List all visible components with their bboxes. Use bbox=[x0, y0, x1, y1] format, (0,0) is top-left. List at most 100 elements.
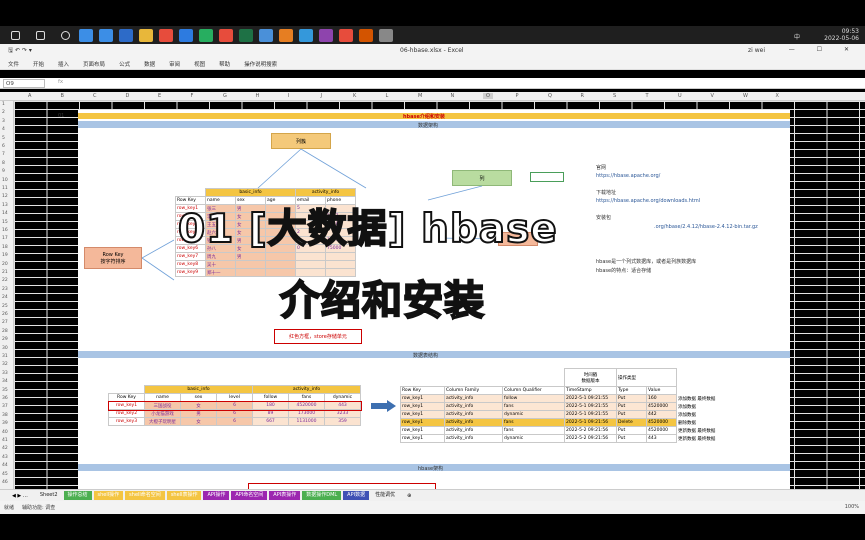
ribbon-tab-7[interactable]: 视图 bbox=[194, 60, 205, 68]
table-cell[interactable]: 1131000 bbox=[288, 417, 325, 426]
file-explorer-icon[interactable] bbox=[79, 28, 93, 42]
ribbon-tab-9[interactable]: 操作说明搜索 bbox=[244, 60, 277, 68]
task-view-icon[interactable] bbox=[61, 30, 70, 40]
table-cell[interactable]: 3233 bbox=[324, 409, 361, 418]
row-header-19[interactable]: 19 bbox=[2, 253, 8, 258]
row-header-31[interactable]: 31 bbox=[2, 354, 8, 359]
table-cell[interactable]: Row Key bbox=[108, 393, 145, 402]
row-header-10[interactable]: 10 bbox=[2, 178, 8, 183]
row-header-21[interactable]: 21 bbox=[2, 270, 8, 275]
row-header-39[interactable]: 39 bbox=[2, 421, 8, 426]
column-header-M[interactable]: M bbox=[418, 93, 422, 99]
sheet-tab-8[interactable]: 数据操作DML bbox=[302, 491, 342, 500]
chrome-icon[interactable] bbox=[159, 28, 173, 42]
ribbon-tab-2[interactable]: 插入 bbox=[58, 60, 69, 68]
ribbon-tab-1[interactable]: 开始 bbox=[33, 60, 44, 68]
column-header-L[interactable]: L bbox=[386, 93, 389, 99]
table-cell[interactable]: row_key1 bbox=[400, 410, 445, 419]
zoom-level[interactable]: 100% bbox=[845, 504, 859, 510]
save-icon[interactable]: 🖫 ↶ ↷ ▾ bbox=[8, 46, 32, 56]
column-header-H[interactable]: H bbox=[256, 93, 260, 99]
row-header-46[interactable]: 46 bbox=[2, 480, 8, 485]
table-cell[interactable]: row_key1 bbox=[400, 402, 445, 411]
table-cell[interactable]: Delete bbox=[616, 418, 647, 427]
row-header-16[interactable]: 16 bbox=[2, 228, 8, 233]
column-header-O[interactable]: O bbox=[483, 93, 493, 99]
column-header-X[interactable]: X bbox=[776, 93, 779, 99]
sheet-tab-4[interactable]: shell表操作 bbox=[166, 491, 202, 500]
table-cell[interactable]: 更新数据 最终数据 bbox=[676, 434, 737, 443]
row-header-5[interactable]: 5 bbox=[2, 136, 5, 141]
table-cell[interactable]: 三国战役 bbox=[144, 401, 181, 410]
sheet-tab-2[interactable]: shell操作 bbox=[93, 491, 124, 500]
folder-icon[interactable] bbox=[139, 28, 153, 42]
table-cell[interactable]: activity_info bbox=[444, 426, 503, 435]
table-cell[interactable]: activity_info bbox=[444, 402, 503, 411]
table-cell[interactable]: Put bbox=[616, 402, 647, 411]
table-cell[interactable]: dynamic bbox=[502, 434, 565, 443]
table-cell[interactable]: 173000 bbox=[288, 409, 325, 418]
column-header-V[interactable]: V bbox=[711, 93, 714, 99]
column-header-B[interactable]: B bbox=[61, 93, 64, 99]
window-controls[interactable]: — ☐ ✕ bbox=[789, 46, 859, 53]
cell-b2[interactable]: 01 bbox=[58, 113, 64, 119]
clock[interactable]: 09:53 2022-05-06 bbox=[824, 28, 859, 42]
table-cell[interactable]: 89 bbox=[252, 409, 289, 418]
table-cell[interactable]: sex bbox=[180, 393, 217, 402]
row-header-23[interactable]: 23 bbox=[2, 287, 8, 292]
tab-scroll-icon[interactable]: ◀ ▶ … bbox=[12, 493, 28, 499]
row-header-26[interactable]: 26 bbox=[2, 312, 8, 317]
table-cell[interactable]: Put bbox=[616, 410, 647, 419]
row-header-12[interactable]: 12 bbox=[2, 194, 8, 199]
column-header-D[interactable]: D bbox=[126, 93, 130, 99]
table-cell[interactable]: 4520000 bbox=[646, 426, 677, 435]
ppt-icon[interactable] bbox=[219, 28, 233, 42]
row-header-18[interactable]: 18 bbox=[2, 245, 8, 250]
table-cell[interactable]: Row Key bbox=[400, 386, 445, 395]
note-install-url[interactable]: .org/hbase/2.4.12/hbase-2.4.12-bin.tar.g… bbox=[654, 224, 758, 230]
ribbon-tab-3[interactable]: 页面布局 bbox=[83, 60, 105, 68]
table-cell[interactable]: 添加数据 最终数据 bbox=[676, 394, 737, 403]
table-cell[interactable]: Column Family bbox=[444, 386, 503, 395]
table-cell[interactable]: 添加数据 bbox=[676, 402, 737, 411]
table-cell[interactable]: 6 bbox=[216, 409, 253, 418]
search-icon[interactable] bbox=[36, 30, 45, 40]
table-cell[interactable]: 女 bbox=[180, 401, 217, 410]
table-cell[interactable]: 6 bbox=[216, 417, 253, 426]
table-cell[interactable]: row_key1 bbox=[400, 394, 445, 403]
mail-icon[interactable] bbox=[119, 28, 133, 42]
row-header-1[interactable]: 1 bbox=[2, 102, 5, 107]
table-cell[interactable] bbox=[235, 260, 266, 269]
row-header-14[interactable]: 14 bbox=[2, 211, 8, 216]
table-cell[interactable]: 添加数据 bbox=[676, 410, 737, 419]
table-cell[interactable]: 大橙子玩明星 bbox=[144, 417, 181, 426]
accessibility-status[interactable]: 辅助功能: 调查 bbox=[22, 504, 55, 511]
row-header-29[interactable]: 29 bbox=[2, 337, 8, 342]
row-header-20[interactable]: 20 bbox=[2, 262, 8, 267]
table-cell[interactable]: 女 bbox=[180, 417, 217, 426]
column-header-K[interactable]: K bbox=[353, 93, 356, 99]
table-cell[interactable]: Value bbox=[646, 386, 677, 395]
table-cell[interactable]: activity_info bbox=[444, 434, 503, 443]
table-cell[interactable]: row_key2 bbox=[108, 409, 145, 418]
app-icon[interactable] bbox=[199, 28, 213, 42]
column-header-W[interactable]: W bbox=[743, 93, 748, 99]
table-cell[interactable]: fans bbox=[502, 426, 565, 435]
sheet-tab-6[interactable]: API命名空间 bbox=[231, 491, 268, 500]
sheet-tab-1[interactable]: 操作总结 bbox=[63, 491, 92, 500]
ribbon-tab-8[interactable]: 帮助 bbox=[219, 60, 230, 68]
table-cell[interactable]: Put bbox=[616, 426, 647, 435]
note-download-url[interactable]: https://hbase.apache.org/downloads.html bbox=[596, 198, 700, 204]
row-header-6[interactable]: 6 bbox=[2, 144, 5, 149]
row-header-24[interactable]: 24 bbox=[2, 295, 8, 300]
row-header-45[interactable]: 45 bbox=[2, 472, 8, 477]
table-cell[interactable]: row_key1 bbox=[108, 401, 145, 410]
table-cell[interactable]: row_key1 bbox=[400, 418, 445, 427]
app5-icon[interactable] bbox=[319, 28, 333, 42]
table-cell[interactable]: level bbox=[216, 393, 253, 402]
fx-icon[interactable]: fx bbox=[58, 79, 63, 85]
table-cell[interactable]: Type bbox=[616, 386, 647, 395]
table-cell[interactable]: activity_info bbox=[444, 410, 503, 419]
row-header-40[interactable]: 40 bbox=[2, 430, 8, 435]
table-cell[interactable]: 吴十 bbox=[205, 260, 236, 269]
